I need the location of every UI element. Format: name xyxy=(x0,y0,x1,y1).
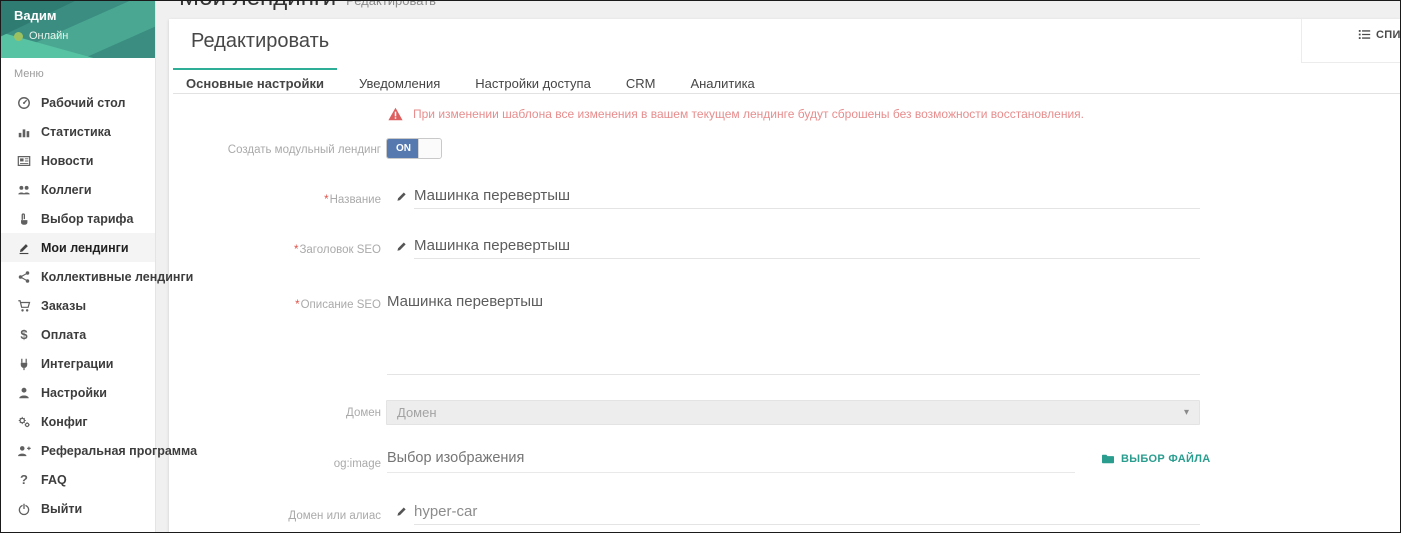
seo-title-label: *Заголовок SEO xyxy=(169,244,381,256)
sidebar-item-label: Новости xyxy=(41,154,93,168)
breadcrumb: Мои лендинги Редактировать xyxy=(179,0,436,12)
online-status-icon xyxy=(14,32,23,41)
sidebar-item-my-landings[interactable]: Мои лендинги xyxy=(1,233,155,262)
choose-file-button[interactable]: ВЫБОР ФАЙЛА xyxy=(1101,453,1211,465)
sidebar-item-label: Реферальная программа xyxy=(41,444,197,458)
name-label: *Название xyxy=(169,194,381,206)
sidebar-item-logout[interactable]: Выйти xyxy=(1,494,155,523)
domain-alias-input[interactable] xyxy=(414,501,1200,525)
gears-icon xyxy=(14,415,34,429)
sidebar-item-label: Настройки xyxy=(41,386,107,400)
sidebar-item-label: Статистика xyxy=(41,125,111,139)
domain-select[interactable]: Домен ▾ xyxy=(386,400,1200,425)
card-tools-divider xyxy=(1301,19,1401,63)
sidebar-item-statistics[interactable]: Статистика xyxy=(1,117,155,146)
warning-text: При изменении шаблона все изменения в ва… xyxy=(413,107,1084,121)
domain-alias-label: Домен или алиас xyxy=(169,510,381,522)
hand-pointer-icon xyxy=(14,212,34,226)
sidebar-item-label: Коллективные лендинги xyxy=(41,270,193,284)
sidebar-menu: Рабочий стол Статистика Новости Коллеги … xyxy=(1,88,155,523)
sidebar-item-referral[interactable]: Реферальная программа xyxy=(1,436,155,465)
tab-analytics[interactable]: Аналитика xyxy=(677,68,767,93)
tab-crm[interactable]: CRM xyxy=(613,68,669,93)
sidebar-item-config[interactable]: Конфиг xyxy=(1,407,155,436)
dollar-icon: $ xyxy=(14,327,34,342)
tab-access-settings[interactable]: Настройки доступа xyxy=(462,68,604,93)
sidebar-item-label: Выбор тарифа xyxy=(41,212,133,226)
user-icon xyxy=(14,386,34,400)
seo-description-textarea[interactable]: Машинка перевертыш xyxy=(387,291,1200,375)
sidebar-item-integrations[interactable]: Интеграции xyxy=(1,349,155,378)
name-input[interactable] xyxy=(414,185,1200,209)
pencil-icon xyxy=(395,240,408,258)
question-icon: ? xyxy=(14,472,34,487)
sidebar-item-orders[interactable]: Заказы xyxy=(1,291,155,320)
sidebar-item-news[interactable]: Новости xyxy=(1,146,155,175)
modular-landing-label: Создать модульный лендинг xyxy=(169,144,381,156)
sidebar-item-label: Выйти xyxy=(41,502,82,516)
list-button[interactable]: СПИСОК xyxy=(1358,28,1401,41)
user-status-label: Онлайн xyxy=(29,30,68,42)
sidebar-item-settings[interactable]: Настройки xyxy=(1,378,155,407)
user-status: Онлайн xyxy=(14,30,68,42)
domain-select-value: Домен xyxy=(397,405,1184,420)
seo-title-input[interactable] xyxy=(414,235,1200,259)
users-icon xyxy=(14,183,34,197)
pen-icon xyxy=(14,241,34,255)
sidebar-item-label: Рабочий стол xyxy=(41,96,125,110)
cart-icon xyxy=(14,299,34,313)
user-name: Вадим xyxy=(14,8,56,23)
caret-down-icon: ▾ xyxy=(1184,407,1189,418)
sidebar-item-faq[interactable]: ? FAQ xyxy=(1,465,155,494)
sidebar-user-panel: Вадим Онлайн xyxy=(1,1,155,58)
seo-description-label: *Описание SEO xyxy=(169,299,381,311)
page-title: Редактировать xyxy=(191,30,329,53)
og-image-label: og:image xyxy=(169,458,381,470)
choose-file-label: ВЫБОР ФАЙЛА xyxy=(1121,453,1211,465)
app-window: Вадим Онлайн Меню Рабочий стол Статистик… xyxy=(0,0,1401,533)
user-plus-icon xyxy=(14,444,34,458)
tab-main-settings[interactable]: Основные настройки xyxy=(173,68,337,93)
sidebar-item-payment[interactable]: $ Оплата xyxy=(1,320,155,349)
sidebar-item-collective-landings[interactable]: Коллективные лендинги xyxy=(1,262,155,291)
pencil-icon xyxy=(395,190,408,208)
warning-icon xyxy=(388,107,403,121)
sidebar-item-label: FAQ xyxy=(41,473,67,487)
sidebar-item-label: Интеграции xyxy=(41,357,113,371)
menu-section-label: Меню xyxy=(14,68,155,80)
sidebar-item-dashboard[interactable]: Рабочий стол xyxy=(1,88,155,117)
domain-label: Домен xyxy=(169,407,381,419)
toggle-knob xyxy=(418,139,441,158)
og-image-input[interactable] xyxy=(387,448,1075,473)
tab-bar: Основные настройки Уведомления Настройки… xyxy=(173,68,1400,94)
list-icon xyxy=(1358,28,1371,41)
sidebar-item-colleagues[interactable]: Коллеги xyxy=(1,175,155,204)
pencil-icon xyxy=(395,505,408,523)
share-icon xyxy=(14,270,34,284)
list-button-label: СПИСОК xyxy=(1376,29,1401,41)
breadcrumb-title: Мои лендинги xyxy=(179,0,336,12)
sidebar-item-label: Оплата xyxy=(41,328,86,342)
sidebar-item-label: Заказы xyxy=(41,299,86,313)
sidebar: Вадим Онлайн Меню Рабочий стол Статистик… xyxy=(1,1,156,532)
plug-icon xyxy=(14,357,34,371)
dashboard-icon xyxy=(14,96,34,110)
toggle-on-label: ON xyxy=(387,139,420,158)
newspaper-icon xyxy=(14,154,34,168)
sidebar-item-label: Мои лендинги xyxy=(41,241,129,255)
sidebar-item-label: Конфиг xyxy=(41,415,88,429)
main-content: Мои лендинги Редактировать Редактировать… xyxy=(156,1,1400,532)
bar-chart-icon xyxy=(14,125,34,139)
edit-card: Редактировать СПИСОК Основные настройки … xyxy=(169,19,1400,533)
breadcrumb-sub: Редактировать xyxy=(346,0,436,8)
folder-icon xyxy=(1101,453,1115,465)
sidebar-item-label: Коллеги xyxy=(41,183,92,197)
tab-notifications[interactable]: Уведомления xyxy=(346,68,453,93)
modular-landing-toggle[interactable]: ON xyxy=(386,138,442,159)
sidebar-item-tariff[interactable]: Выбор тарифа xyxy=(1,204,155,233)
power-icon xyxy=(14,502,34,516)
